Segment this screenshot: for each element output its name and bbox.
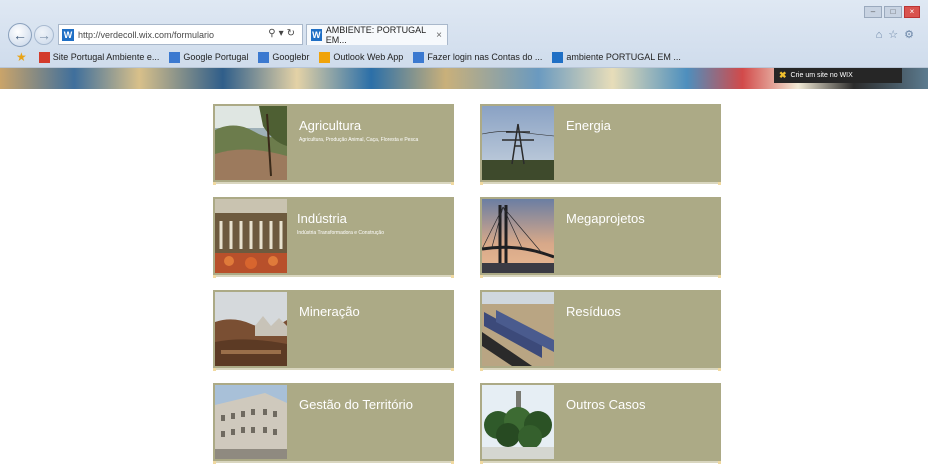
- building-thumbnail: [215, 385, 287, 459]
- tab-active[interactable]: W AMBIENTE: PORTUGAL EM... ×: [306, 24, 448, 45]
- card-corner-dot: [213, 182, 216, 185]
- site-favicon-icon: W: [62, 28, 74, 41]
- wix-icon: [552, 51, 564, 63]
- star-icon[interactable]: ☆: [888, 29, 904, 41]
- wix-badge[interactable]: ✖ Crie um site no WIX: [774, 68, 902, 83]
- close-icon[interactable]: ✖: [779, 70, 787, 81]
- card-title: Gestão do Território: [299, 397, 413, 412]
- address-text: http://verdecoll.wix.com/formulario: [78, 29, 215, 40]
- maximize-button[interactable]: □: [884, 6, 902, 18]
- trees-thumbnail: [482, 385, 554, 459]
- card-corner-dot: [451, 275, 454, 278]
- card-corner-dot: [213, 461, 216, 464]
- favorite-item-5[interactable]: ambiente PORTUGAL EM ...: [552, 51, 681, 63]
- page-icon: [413, 51, 425, 63]
- card-subtitle: Indústria Transformadora e Construção: [297, 230, 384, 236]
- browser-chrome: ← → W http://verdecoll.wix.com/formulari…: [0, 0, 928, 68]
- category-card-mineracao[interactable]: Mineração: [213, 290, 454, 371]
- category-card-residuos[interactable]: Resíduos: [480, 290, 721, 371]
- waste-thumbnail: [482, 292, 554, 366]
- category-card-outros-casos[interactable]: Outros Casos: [480, 383, 721, 464]
- card-corner-dot: [480, 275, 483, 278]
- card-title: Outros Casos: [566, 397, 646, 412]
- card-corner-dot: [451, 461, 454, 464]
- arrow-left-icon: ←: [13, 27, 27, 43]
- card-subtitle: Agricultura, Produção Animal, Caça, Flor…: [299, 137, 419, 143]
- address-actions[interactable]: ⚲▾↻: [268, 28, 298, 39]
- search-icon[interactable]: ⚲: [268, 28, 278, 39]
- category-card-industria[interactable]: Indústria Indústria Transformadora e Con…: [213, 197, 454, 278]
- card-corner-dot: [718, 368, 721, 371]
- energy-thumbnail: [482, 106, 554, 180]
- arrow-right-icon: →: [37, 27, 51, 43]
- browser-tools: ⌂☆⚙: [876, 28, 920, 41]
- card-title: Energia: [566, 118, 611, 133]
- category-card-energia[interactable]: Energia: [480, 104, 721, 185]
- tab-favicon-icon: W: [311, 29, 322, 41]
- card-title: Agricultura: [299, 118, 362, 133]
- forward-button[interactable]: →: [34, 25, 54, 45]
- page-icon: [258, 51, 270, 63]
- dropdown-icon[interactable]: ▾: [279, 28, 287, 39]
- card-corner-dot: [480, 461, 483, 464]
- page-icon: [169, 51, 181, 63]
- card-title: Megaprojetos: [566, 211, 645, 226]
- home-icon[interactable]: ⌂: [876, 29, 889, 41]
- card-corner-dot: [718, 275, 721, 278]
- window-controls: – □ ×: [864, 6, 920, 18]
- bridge-thumbnail: [482, 199, 554, 273]
- mining-thumbnail: [215, 292, 287, 366]
- category-card-agricultura[interactable]: Agricultura Agricultura, Produção Animal…: [213, 104, 454, 185]
- card-corner-dot: [480, 182, 483, 185]
- favorite-item-0[interactable]: Site Portugal Ambiente e...: [38, 51, 159, 63]
- address-bar[interactable]: W http://verdecoll.wix.com/formulario ⚲▾…: [58, 24, 303, 45]
- tab-close-button[interactable]: ×: [436, 30, 442, 41]
- card-title: Indústria: [297, 211, 347, 226]
- back-button[interactable]: ←: [8, 23, 32, 47]
- refresh-icon[interactable]: ↻: [287, 28, 298, 39]
- industry-thumbnail: [215, 199, 287, 273]
- wix-badge-label: Crie um site no WIX: [790, 72, 853, 79]
- favorite-item-4[interactable]: Fazer login nas Contas do ...: [413, 51, 542, 63]
- favorites-star-icon[interactable]: ★: [16, 50, 27, 64]
- favorite-item-1[interactable]: Google Portugal: [169, 51, 248, 63]
- favorite-item-3[interactable]: Outlook Web App: [319, 51, 403, 63]
- minimize-button[interactable]: –: [864, 6, 882, 18]
- card-corner-dot: [480, 368, 483, 371]
- favorite-item-2[interactable]: Googlebr: [258, 51, 309, 63]
- agriculture-thumbnail: [215, 106, 287, 180]
- outlook-icon: [319, 51, 331, 63]
- category-card-gestao-do-territorio[interactable]: Gestão do Território: [213, 383, 454, 464]
- card-title: Mineração: [299, 304, 360, 319]
- card-corner-dot: [213, 368, 216, 371]
- gear-icon[interactable]: ⚙: [904, 29, 920, 41]
- card-corner-dot: [451, 182, 454, 185]
- card-corner-dot: [213, 275, 216, 278]
- card-title: Resíduos: [566, 304, 621, 319]
- card-corner-dot: [718, 182, 721, 185]
- category-card-megaprojetos[interactable]: Megaprojetos: [480, 197, 721, 278]
- pdf-icon: [38, 51, 50, 63]
- card-corner-dot: [451, 368, 454, 371]
- close-window-button[interactable]: ×: [904, 6, 920, 18]
- card-corner-dot: [718, 461, 721, 464]
- favorites-bar: ★ Site Portugal Ambiente e... Google Por…: [0, 48, 928, 66]
- tab-title: AMBIENTE: PORTUGAL EM...: [325, 25, 426, 45]
